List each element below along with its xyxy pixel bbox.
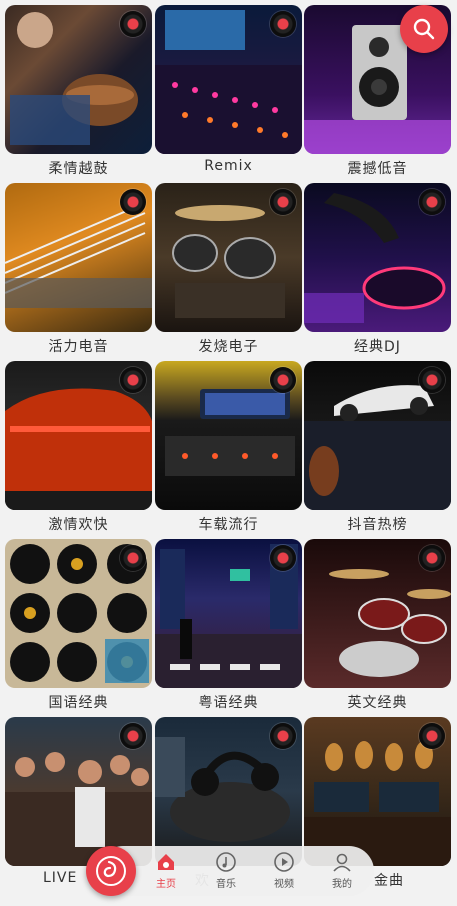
category-thumbnail[interactable] — [5, 361, 152, 510]
category-thumbnail[interactable] — [5, 5, 152, 154]
category-label: 震撼低音 — [347, 161, 408, 177]
vinyl-icon — [120, 11, 146, 37]
music-note-icon — [96, 856, 126, 886]
music-icon — [216, 852, 236, 872]
category-thumbnail[interactable] — [304, 539, 451, 688]
vinyl-icon — [120, 189, 146, 215]
tab-profile[interactable]: 我的 — [316, 850, 368, 894]
category-label: Remix — [204, 158, 253, 174]
category-thumbnail[interactable] — [155, 5, 302, 154]
bottom-tab-bar: 主页 音乐 视频 我的 — [98, 846, 374, 896]
tab-music[interactable]: 音乐 — [200, 850, 252, 894]
vinyl-icon — [270, 723, 296, 749]
category-thumbnail[interactable] — [155, 717, 302, 866]
category-label: 发烧电子 — [198, 339, 259, 355]
category-thumbnail[interactable] — [304, 183, 451, 332]
vinyl-icon — [419, 367, 445, 393]
category-thumbnail[interactable] — [5, 539, 152, 688]
category-label: 柔情越鼓 — [48, 161, 109, 177]
category-label: 英文经典 — [347, 695, 408, 711]
user-icon — [333, 853, 351, 872]
vinyl-icon — [270, 545, 296, 571]
category-label: 车载流行 — [198, 517, 259, 533]
category-thumbnail[interactable] — [155, 183, 302, 332]
vinyl-icon — [120, 723, 146, 749]
music-player-button[interactable] — [86, 846, 136, 896]
category-label: 粤语经典 — [198, 695, 259, 711]
vinyl-icon — [270, 11, 296, 37]
vinyl-icon — [419, 545, 445, 571]
category-thumbnail[interactable] — [5, 717, 152, 866]
category-thumbnail[interactable] — [155, 361, 302, 510]
vinyl-icon — [270, 367, 296, 393]
search-icon — [413, 18, 435, 40]
vinyl-icon — [270, 189, 296, 215]
category-label: 国语经典 — [48, 695, 109, 711]
tab-label: 主页 — [156, 879, 176, 890]
tab-video[interactable]: 视频 — [258, 850, 310, 894]
category-label: 激情欢快 — [48, 517, 109, 533]
play-icon — [274, 852, 294, 872]
category-label: 活力电音 — [48, 339, 109, 355]
home-icon — [158, 854, 174, 870]
tab-label: 音乐 — [216, 879, 236, 890]
tab-label: 我的 — [332, 879, 352, 890]
vinyl-icon — [419, 723, 445, 749]
category-label: 抖音热榜 — [347, 517, 408, 533]
vinyl-icon — [120, 545, 146, 571]
category-thumbnail[interactable] — [5, 183, 152, 332]
search-button[interactable] — [400, 5, 448, 53]
category-label: 经典DJ — [354, 339, 401, 355]
category-thumbnail[interactable] — [304, 717, 451, 866]
tab-home[interactable]: 主页 — [140, 850, 192, 894]
vinyl-icon — [419, 189, 445, 215]
category-thumbnail[interactable] — [155, 539, 302, 688]
category-thumbnail[interactable] — [304, 361, 451, 510]
vinyl-icon — [120, 367, 146, 393]
tab-label: 视频 — [274, 879, 294, 890]
